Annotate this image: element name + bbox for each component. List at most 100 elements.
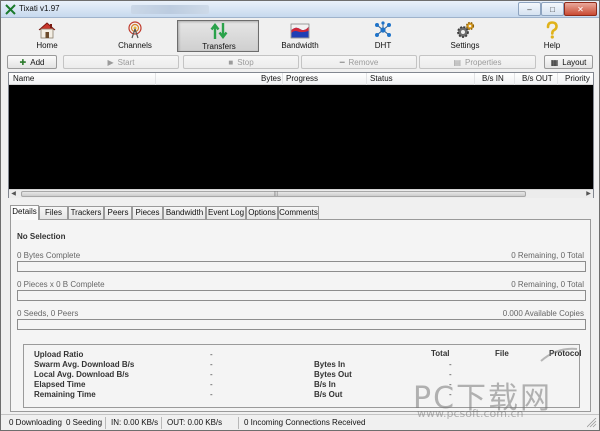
column-divider	[514, 73, 515, 85]
stat-label-remaining: Remaining Time	[34, 390, 96, 399]
toolbar-help-label: Help	[543, 41, 561, 50]
properties-button-label: Properties	[465, 57, 502, 67]
seeds-peers-label: 0 Seeds, 0 Peers	[17, 309, 79, 318]
scrollbar-grip-icon: |||	[274, 191, 278, 197]
toolbar-transfers-label: Transfers	[202, 42, 236, 51]
stat-value: -	[210, 380, 213, 389]
stats-header-total: Total	[431, 349, 450, 358]
toolbar-dht-button[interactable]: DHT	[342, 20, 424, 52]
transfers-horizontal-scrollbar[interactable]: ◀ ||| ▶	[9, 189, 593, 198]
status-in-rate: IN: 0.00 KB/s	[111, 418, 159, 427]
column-header-bytes-in[interactable]: B/s IN	[482, 74, 504, 83]
remove-button[interactable]: ━ Remove	[301, 55, 417, 69]
bytes-remaining-label: 0 Remaining, 0 Total	[511, 251, 584, 260]
transfers-list[interactable]: Name Bytes Progress Status B/s IN B/s OU…	[8, 72, 594, 198]
home-icon	[38, 22, 56, 39]
scrollbar-thumb[interactable]: |||	[21, 191, 526, 197]
stat-value: -	[210, 350, 213, 359]
bandwidth-graph-icon	[290, 23, 310, 39]
column-header-bytes-out[interactable]: B/s OUT	[522, 74, 553, 83]
column-header-priority[interactable]: Priority	[565, 74, 590, 83]
window-title: Tixati v1.97	[19, 4, 60, 13]
stat-value: -	[449, 380, 452, 389]
stat-value: -	[210, 360, 213, 369]
settings-gears-icon	[457, 21, 475, 38]
transfer-stats-box: Upload Ratio Swarm Avg. Download B/s Loc…	[23, 344, 582, 408]
tixati-window: Tixati v1.97 – □ ✕ Home Channels Transfe…	[0, 0, 600, 431]
add-button[interactable]: ✚ Add	[7, 55, 57, 69]
stats-header-file: File	[495, 349, 509, 358]
tab-details[interactable]: Details	[10, 205, 39, 220]
tixati-app-icon	[5, 4, 16, 15]
column-header-progress[interactable]: Progress	[286, 74, 318, 83]
available-copies-label: 0.000 Available Copies	[502, 309, 584, 318]
layout-icon: ▦	[550, 57, 559, 67]
resize-grip-icon[interactable]	[587, 418, 597, 428]
tab-pieces[interactable]: Pieces	[132, 206, 163, 219]
start-button[interactable]: ▶ Start	[63, 55, 179, 69]
transfers-list-body[interactable]	[9, 86, 593, 189]
scroll-right-icon[interactable]: ▶	[584, 190, 593, 198]
toolbar-transfers-button[interactable]: Transfers	[177, 20, 259, 52]
details-panel: No Selection 0 Bytes Complete 0 Remainin…	[10, 219, 591, 412]
tab-bandwidth[interactable]: Bandwidth	[163, 206, 206, 219]
minimize-button[interactable]: –	[518, 2, 541, 16]
tab-trackers[interactable]: Trackers	[68, 206, 104, 219]
toolbar-settings-button[interactable]: Settings	[424, 20, 506, 52]
status-downloading: 0 Downloading	[9, 418, 62, 427]
toolbar-help-button[interactable]: Help	[511, 20, 593, 52]
tab-files[interactable]: Files	[39, 206, 68, 219]
properties-icon: ▤	[453, 57, 462, 67]
stat-label-swarm-avg: Swarm Avg. Download B/s	[34, 360, 135, 369]
column-header-name[interactable]: Name	[13, 74, 34, 83]
column-header-status[interactable]: Status	[370, 74, 393, 83]
status-seeding: 0 Seeding	[66, 418, 103, 427]
channels-antenna-icon	[128, 21, 142, 39]
status-divider	[238, 417, 239, 429]
main-toolbar: Home Channels Transfers Bandwidth DHT Se…	[1, 18, 599, 54]
stat-value: -	[449, 390, 452, 399]
transfers-arrows-icon	[210, 23, 228, 39]
stats-header-protocol: Protocol	[549, 349, 582, 358]
toolbar-bandwidth-button[interactable]: Bandwidth	[259, 20, 341, 52]
stat-label-bps-out: B/s Out	[314, 390, 343, 399]
bytes-progress-bar	[17, 261, 586, 272]
toolbar-channels-label: Channels	[118, 41, 152, 50]
start-button-label: Start	[117, 57, 135, 67]
stat-value: -	[449, 360, 452, 369]
toolbar-home-button[interactable]: Home	[6, 20, 88, 52]
stat-value: -	[449, 370, 452, 379]
dht-network-icon	[375, 21, 391, 37]
tab-comments[interactable]: Comments	[278, 206, 319, 219]
column-divider	[474, 73, 475, 85]
tab-event-log[interactable]: Event Log	[206, 206, 246, 219]
close-button[interactable]: ✕	[564, 2, 597, 16]
layout-button[interactable]: ▦ Layout	[544, 55, 593, 69]
selection-label: No Selection	[17, 232, 66, 241]
column-header-bytes[interactable]: Bytes	[261, 74, 281, 83]
maximize-button[interactable]: □	[541, 2, 564, 16]
properties-button[interactable]: ▤ Properties	[419, 55, 536, 69]
status-divider	[161, 417, 162, 429]
toolbar-bandwidth-label: Bandwidth	[281, 41, 319, 50]
toolbar-channels-button[interactable]: Channels	[94, 20, 176, 52]
stop-button-label: Stop	[237, 57, 254, 67]
stat-label-upload-ratio: Upload Ratio	[34, 350, 84, 359]
stop-button[interactable]: ■ Stop	[183, 55, 299, 69]
add-button-label: Add	[30, 57, 45, 67]
status-bar: 0 Downloading 0 Seeding IN: 0.00 KB/s OU…	[1, 414, 599, 430]
pieces-complete-label: 0 Pieces x 0 B Complete	[17, 280, 105, 289]
scroll-left-icon[interactable]: ◀	[9, 190, 18, 198]
tab-options[interactable]: Options	[246, 206, 278, 219]
column-divider	[557, 73, 558, 85]
stat-label-bytes-in: Bytes In	[314, 360, 346, 369]
stat-value: -	[210, 390, 213, 399]
status-incoming-connections: 0 Incoming Connections Received	[244, 418, 366, 427]
remove-button-label: Remove	[348, 57, 379, 67]
stat-label-elapsed: Elapsed Time	[34, 380, 86, 389]
column-divider	[282, 73, 283, 85]
toolbar-home-label: Home	[36, 41, 58, 50]
stop-icon: ■	[228, 57, 234, 67]
tab-peers[interactable]: Peers	[104, 206, 132, 219]
availability-bar	[17, 319, 586, 330]
